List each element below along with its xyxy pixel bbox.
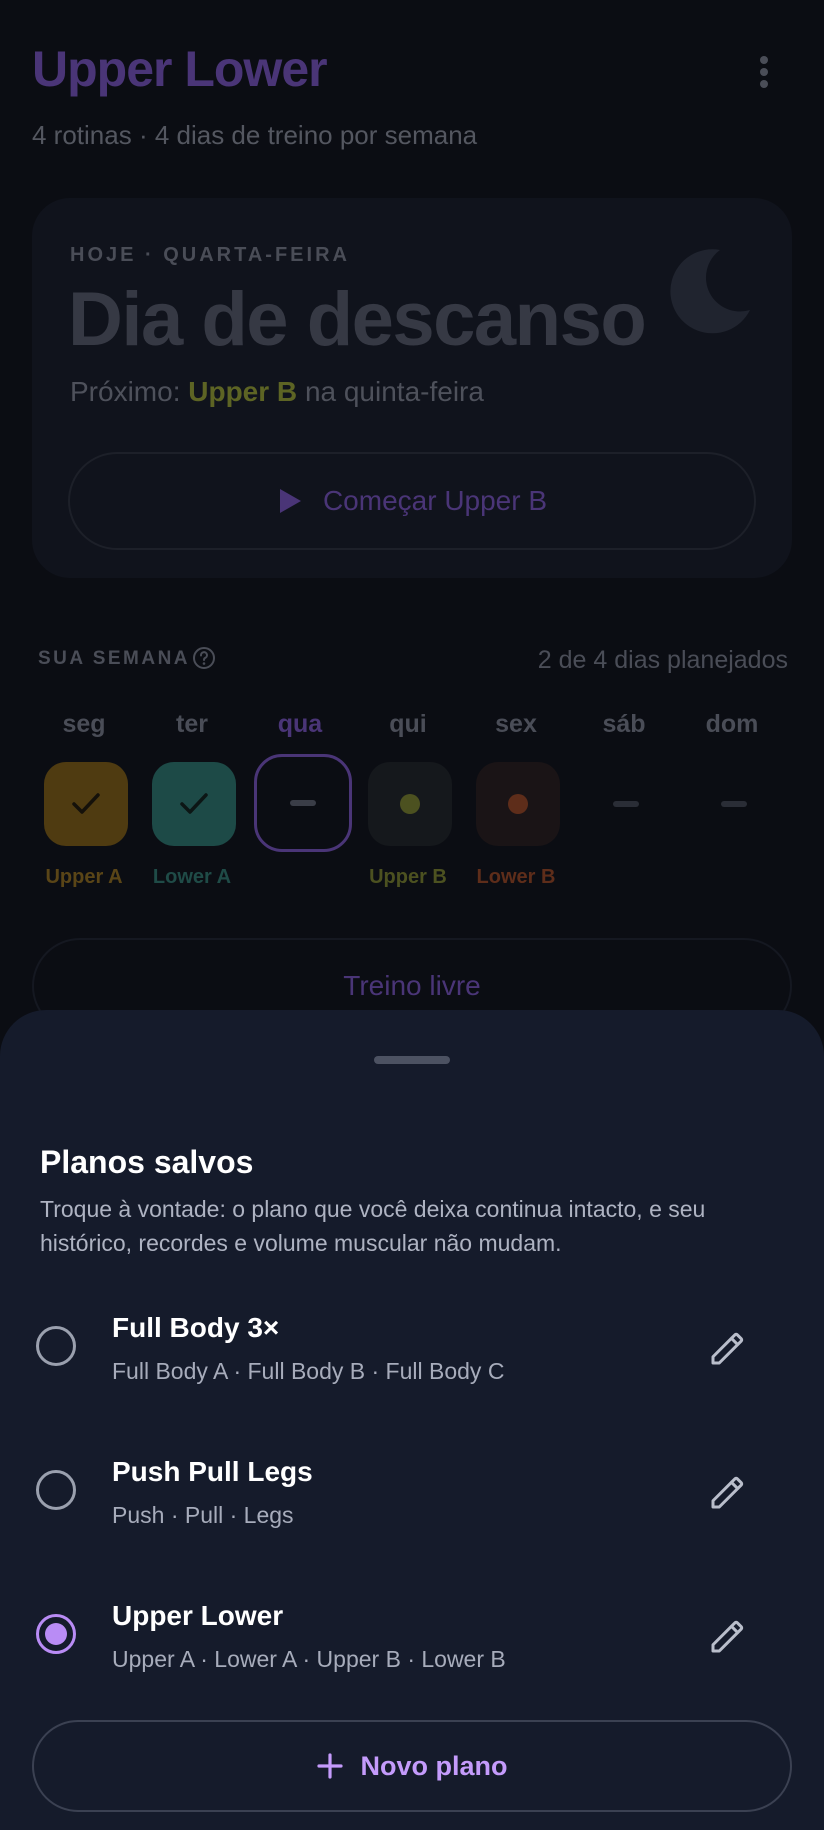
- plan-routines: Upper A · Lower A · Upper B · Lower B: [112, 1646, 506, 1672]
- today-eyebrow: HOJE · QUARTA-FEIRA: [70, 244, 350, 266]
- plan-name: Full Body 3×: [112, 1312, 280, 1343]
- plan-item[interactable]: Push Pull Legs Push · Pull · Legs: [0, 1442, 824, 1562]
- day-routine: Upper B: [369, 866, 447, 888]
- day-name: sáb: [602, 710, 646, 738]
- day-routine: Upper A: [45, 866, 123, 888]
- week-count: 2 de 4 dias planejados: [537, 646, 788, 674]
- plan-routines: Push · Pull · Legs: [112, 1502, 294, 1528]
- start-workout-label: Começar Upper B: [322, 485, 548, 516]
- today-card: HOJE · QUARTA-FEIRA Dia de descanso Próx…: [32, 198, 792, 578]
- check-icon: [72, 793, 100, 814]
- pencil-icon: [711, 1332, 744, 1365]
- pencil-icon: [711, 1476, 744, 1509]
- plan-radio-selected[interactable]: [36, 1614, 76, 1654]
- next-routine: Upper B: [188, 376, 298, 407]
- day-name: sex: [495, 710, 537, 738]
- edit-plan-button[interactable]: [700, 1608, 756, 1664]
- day-tile-done[interactable]: [152, 762, 236, 846]
- today-title: Dia de descanso: [68, 277, 647, 362]
- day-dom[interactable]: dom: [678, 706, 786, 896]
- plan-subtitle: 4 rotinas · 4 dias de treino por semana: [32, 120, 478, 150]
- day-sex[interactable]: sex Lower B: [462, 706, 570, 896]
- day-qui[interactable]: qui Upper B: [354, 706, 462, 896]
- edit-plan-button[interactable]: [700, 1464, 756, 1520]
- plan-name: Upper Lower: [112, 1600, 284, 1631]
- new-plan-button[interactable]: Novo plano: [32, 1720, 792, 1812]
- start-workout-button[interactable]: Começar Upper B: [68, 452, 756, 550]
- dash-icon: [613, 801, 639, 807]
- dash-icon: [290, 800, 316, 806]
- day-ter[interactable]: ter Lower A: [138, 706, 246, 896]
- plan-radio[interactable]: [36, 1326, 76, 1366]
- day-tile-done[interactable]: [44, 762, 128, 846]
- more-vert-icon[interactable]: [752, 52, 776, 92]
- plan-item[interactable]: Full Body 3× Full Body A · Full Body B ·…: [0, 1298, 824, 1418]
- day-tile-rest[interactable]: [584, 762, 668, 846]
- day-tile-today[interactable]: [254, 754, 352, 852]
- day-tile-planned[interactable]: [368, 762, 452, 846]
- day-routine: Lower A: [152, 866, 232, 888]
- week-header: SUA SEMANA 2 de 4 dias planejados: [38, 646, 788, 678]
- day-routine: Lower B: [476, 866, 556, 888]
- day-sab[interactable]: sáb: [570, 706, 678, 896]
- day-seg[interactable]: seg Upper A: [30, 706, 138, 896]
- plan-item-selected[interactable]: Upper Lower Upper A · Lower A · Upper B …: [0, 1586, 824, 1706]
- plan-title: Upper Lower: [32, 41, 328, 97]
- day-name: qui: [389, 710, 427, 738]
- saved-plans-sheet: Planos salvos Troque à vontade: o plano …: [0, 1010, 824, 1830]
- next-prefix: Próximo:: [70, 376, 181, 407]
- day-name: seg: [62, 710, 106, 738]
- moon-icon: [670, 249, 750, 334]
- day-name: qua: [277, 710, 323, 738]
- day-name: ter: [176, 710, 208, 738]
- play-icon: [279, 489, 301, 513]
- day-name: dom: [705, 710, 759, 738]
- plus-icon: [316, 1753, 343, 1779]
- plan-radio[interactable]: [36, 1470, 76, 1510]
- pencil-icon: [711, 1620, 744, 1653]
- plan-routines: Full Body A · Full Body B · Full Body C: [112, 1358, 505, 1384]
- dot-icon: [508, 794, 528, 814]
- next-workout-text: Próximo: Upper B na quinta-feira: [70, 376, 484, 408]
- day-tile-rest[interactable]: [692, 762, 776, 846]
- next-suffix: na quinta-feira: [304, 376, 484, 407]
- sheet-drag-handle[interactable]: [374, 1056, 450, 1064]
- edit-plan-button[interactable]: [700, 1320, 756, 1376]
- week-label: SUA SEMANA: [38, 648, 191, 669]
- sheet-title: Planos salvos: [40, 1144, 254, 1180]
- day-qua[interactable]: qua: [246, 706, 354, 896]
- dot-icon: [400, 794, 420, 814]
- dash-icon: [721, 801, 747, 807]
- week-days: seg Upper A ter Lower A qua qui Upper B …: [30, 706, 790, 896]
- help-icon[interactable]: [192, 646, 216, 670]
- plan-name: Push Pull Legs: [112, 1456, 313, 1487]
- new-plan-label: Novo plano: [360, 1750, 508, 1781]
- sheet-description: Troque à vontade: o plano que você deixa…: [40, 1196, 706, 1256]
- day-tile-planned[interactable]: [476, 762, 560, 846]
- check-icon: [180, 793, 208, 814]
